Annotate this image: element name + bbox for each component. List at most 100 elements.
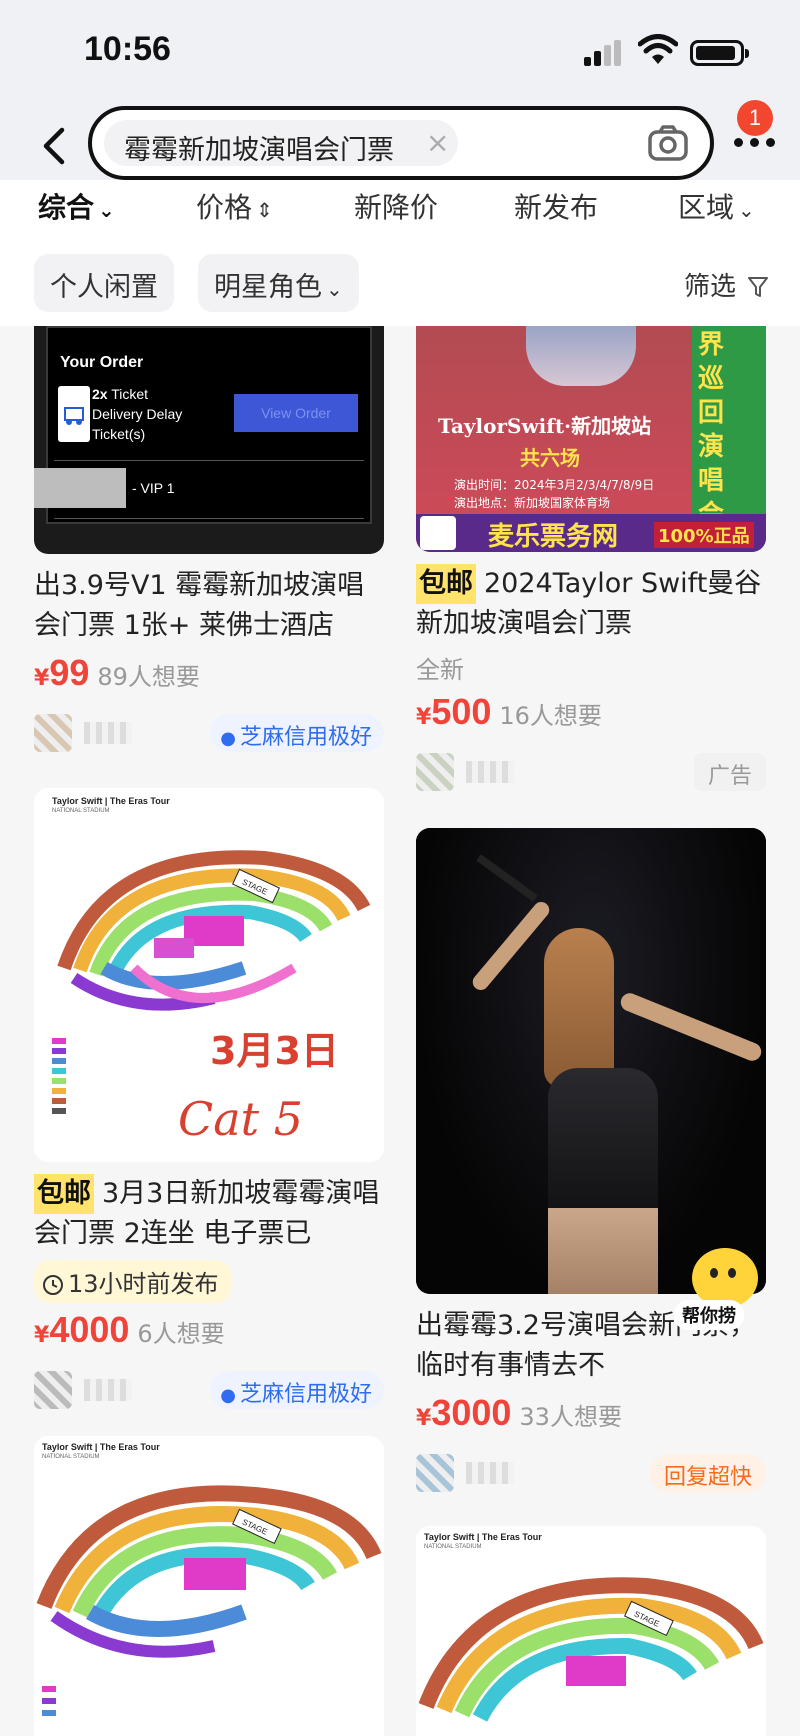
filter-chip-personal-idle[interactable]: 个人闲置 [34, 254, 174, 312]
seller-row: 回复超快 [416, 1448, 766, 1504]
ad-tag: 广告 [693, 753, 766, 791]
price-row: ¥500 16人想要 [416, 691, 766, 739]
listing-image: Taylor Swift | The Eras Tour NATIONAL ST… [34, 1436, 384, 1736]
listing-card[interactable]: Your Order 2x Ticket Delivery Delay Tick… [34, 326, 384, 764]
search-header: 霉霉新加坡演唱会门票 × 1 [0, 100, 800, 188]
seller-name [84, 722, 132, 744]
listing-price: 99 [49, 652, 90, 693]
more-menu-icon[interactable] [734, 138, 776, 150]
avatar[interactable] [34, 714, 72, 752]
sort-newest[interactable]: 新发布 [514, 186, 598, 226]
seller-name [84, 1379, 132, 1401]
helper-mascot[interactable]: 帮你捞 [674, 1248, 770, 1338]
legend-swatches [52, 1038, 112, 1138]
filter-chip-label: 个人闲置 [50, 272, 158, 303]
logo-icon [420, 516, 456, 550]
currency-symbol: ¥ [34, 666, 50, 691]
sort-region-label: 区域 [678, 191, 735, 224]
helper-label: 帮你捞 [674, 1300, 744, 1330]
view-order-button: View Order [234, 394, 358, 432]
camera-icon[interactable] [648, 124, 688, 162]
listing-price: 3000 [431, 1392, 512, 1433]
avatar[interactable] [416, 753, 454, 791]
clock-icon [43, 1275, 63, 1295]
search-query-chip[interactable]: 霉霉新加坡演唱会门票 × [104, 120, 458, 166]
ticket-text: Ticket(s) [92, 426, 146, 442]
signal-icon [584, 40, 624, 66]
credit-badge: 芝麻信用极好 [210, 1371, 384, 1409]
listing-card[interactable]: Taylor Swift | The Eras Tour NATIONAL ST… [416, 1526, 766, 1736]
sort-price-drop[interactable]: 新降价 [354, 186, 438, 226]
map-subtitle: NATIONAL STADIUM [42, 1454, 100, 1460]
status-time: 10:56 [84, 30, 171, 68]
listing-feed: Your Order 2x Ticket Delivery Delay Tick… [0, 326, 800, 1736]
vip-label: - VIP 1 [132, 480, 175, 496]
order-header: Your Order [60, 354, 144, 371]
sort-price-label: 价格 [196, 191, 253, 224]
currency-symbol: ¥ [416, 1406, 432, 1431]
redacted-block [34, 468, 126, 508]
price-row: ¥3000 33人想要 [416, 1392, 766, 1440]
seller-row: 芝麻信用极好 [34, 1365, 384, 1421]
battery-icon [690, 40, 749, 66]
listing-image: 界巡回演唱会 TaylorSwift·新加坡站 共六场 演出时间：2024年3月… [416, 326, 766, 552]
currency-symbol: ¥ [416, 705, 432, 730]
listing-title: 包邮 2024Taylor Swift曼谷新加坡演唱会门票 [416, 564, 766, 644]
seating-map: STAGE [418, 1577, 764, 1722]
sort-region[interactable]: 区域 ⌄ [678, 186, 755, 226]
ticket-info: 2x Ticket Delivery Delay Ticket(s) [92, 384, 182, 444]
listing-image [416, 828, 766, 1294]
back-arrow-icon[interactable] [34, 124, 74, 168]
handwritten-category: Cat 5 [178, 1092, 303, 1146]
seller-name [466, 1462, 514, 1484]
ticket-icon [58, 386, 90, 442]
listing-card[interactable]: 帮你捞 出霉霉3.2号演唱会新门票，临时有事情去不 ¥3000 33人想要 回复超… [416, 828, 766, 1504]
free-shipping-badge: 包邮 [416, 564, 476, 604]
listing-image: Taylor Swift | The Eras Tour NATIONAL ST… [34, 788, 384, 1162]
clear-search-icon[interactable]: × [426, 126, 449, 159]
credit-badge: 芝麻信用极好 [210, 714, 384, 752]
ticket-text: Ticket [111, 386, 149, 402]
sort-comprehensive-label: 综合 [38, 191, 95, 224]
filter-bar: 个人闲置 明星角色 ⌄ 筛选 [0, 240, 800, 326]
ticket-qty: 2x [92, 386, 108, 402]
wants-count: 16人想要 [499, 702, 602, 730]
map-subtitle: NATIONAL STADIUM [424, 1544, 482, 1550]
wants-count: 89人想要 [97, 663, 200, 691]
map-subtitle: NATIONAL STADIUM [52, 808, 110, 814]
filter-chip-star-role[interactable]: 明星角色 ⌄ [198, 254, 359, 312]
funnel-icon [748, 277, 769, 297]
wants-count: 6人想要 [137, 1320, 225, 1348]
ticket-text: Delivery Delay [92, 406, 183, 422]
listing-card[interactable]: 界巡回演唱会 TaylorSwift·新加坡站 共六场 演出时间：2024年3月… [416, 326, 766, 803]
seating-map: STAGE [36, 1485, 382, 1658]
seller-row: 芝麻信用极好 [34, 708, 384, 764]
sort-price[interactable]: 价格 ⇕ [196, 186, 273, 226]
listing-price: 4000 [49, 1309, 130, 1350]
sort-updown-icon: ⇕ [256, 198, 273, 222]
wifi-icon [638, 34, 678, 64]
price-row: ¥4000 6人想要 [34, 1309, 384, 1357]
free-shipping-badge: 包邮 [34, 1174, 94, 1214]
price-row: ¥99 89人想要 [34, 652, 384, 700]
listing-card[interactable]: Taylor Swift | The Eras Tour NATIONAL ST… [34, 788, 384, 1421]
filter-button[interactable]: 筛选 [684, 266, 769, 303]
seller-row: 广告 [416, 747, 766, 803]
side-banner-text: 界巡回演唱会 [698, 330, 725, 530]
sort-bar: 综合 ⌄ 价格 ⇕ 新降价 新发布 区域 ⌄ [0, 180, 800, 240]
search-input[interactable]: 霉霉新加坡演唱会门票 × [88, 106, 714, 180]
listing-title: 出3.9号V1 霉霉新加坡演唱会门票 1张+ 莱佛士酒店 [34, 570, 365, 641]
banner-time: 演出时间：2024年3月2/3/4/7/8/9日 [454, 478, 655, 492]
sort-comprehensive[interactable]: 综合 ⌄ [38, 186, 115, 226]
listing-title: 包邮 3月3日新加坡霉霉演唱会门票 2连坐 电子票已 [34, 1174, 384, 1254]
avatar[interactable] [416, 1454, 454, 1492]
avatar[interactable] [34, 1371, 72, 1409]
filter-chip-label: 明星角色 [214, 272, 322, 303]
listing-image: Taylor Swift | The Eras Tour NATIONAL ST… [416, 1526, 766, 1736]
wants-count: 33人想要 [519, 1403, 622, 1431]
map-title: Taylor Swift | The Eras Tour [424, 1532, 542, 1542]
notification-badge: 1 [737, 100, 773, 136]
listing-card[interactable]: Taylor Swift | The Eras Tour NATIONAL ST… [34, 1436, 384, 1736]
handwritten-date: 3月3日 [210, 1029, 339, 1073]
currency-symbol: ¥ [34, 1323, 50, 1348]
